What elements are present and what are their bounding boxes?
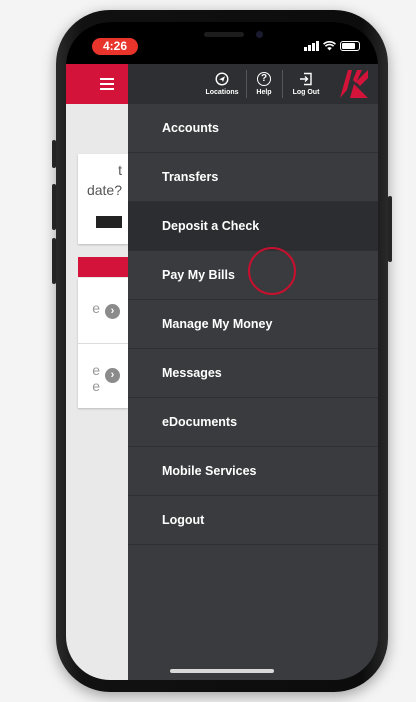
menu-item-manage-money[interactable]: Manage My Money <box>128 300 378 349</box>
battery-icon <box>340 41 360 51</box>
menu-item-edocuments[interactable]: eDocuments <box>128 398 378 447</box>
menu-item-messages[interactable]: Messages <box>128 349 378 398</box>
help-icon: ? <box>257 72 271 86</box>
location-icon <box>215 72 229 86</box>
app-background-panel: t date? e › e e › <box>66 64 128 680</box>
update-card-text-1: t <box>118 162 122 178</box>
update-card: t date? <box>78 154 128 244</box>
logout-label: Log Out <box>292 89 320 96</box>
help-label: Help <box>256 89 272 96</box>
top-divider <box>282 70 283 98</box>
home-indicator[interactable] <box>170 669 274 673</box>
status-time: 4:26 <box>92 38 138 55</box>
menu-item-logout[interactable]: Logout <box>128 496 378 545</box>
phone-screen: 4:26 t date? e › e e › Locations ? Help … <box>66 22 378 680</box>
front-camera <box>256 31 263 38</box>
section-header-bar <box>78 257 128 277</box>
menu-item-deposit-check[interactable]: Deposit a Check <box>128 202 378 251</box>
status-icons <box>304 39 360 51</box>
list-divider <box>78 343 128 344</box>
list-item-fragment-1: e <box>92 300 100 316</box>
chevron-right-icon[interactable]: › <box>105 304 120 319</box>
hamburger-icon <box>100 78 114 90</box>
menu-toggle-button[interactable] <box>66 64 128 104</box>
logout-icon <box>300 72 312 86</box>
menu-top-bar: Locations ? Help Log Out <box>128 64 378 104</box>
help-button[interactable]: ? Help <box>249 64 279 104</box>
update-card-text-2: date? <box>86 182 122 198</box>
wifi-icon <box>323 41 336 51</box>
side-menu: Locations ? Help Log Out Accounts Transf… <box>128 64 378 680</box>
signal-icon <box>304 41 319 51</box>
top-divider <box>246 70 247 98</box>
list-item-fragment-3: e <box>92 378 100 394</box>
list-item-fragment-2: e <box>92 362 100 378</box>
menu-item-pay-bills[interactable]: Pay My Bills <box>128 251 378 300</box>
locations-label: Locations <box>205 89 239 96</box>
status-bar: 4:26 <box>66 22 378 64</box>
menu-item-transfers[interactable]: Transfers <box>128 153 378 202</box>
menu-item-accounts[interactable]: Accounts <box>128 104 378 153</box>
account-list-card: e › e e › <box>78 278 128 408</box>
locations-button[interactable]: Locations <box>200 64 244 104</box>
update-card-button[interactable] <box>96 216 122 228</box>
logout-top-button[interactable]: Log Out <box>285 64 327 104</box>
speaker-grille <box>204 32 244 37</box>
bank-logo-icon <box>340 70 368 98</box>
phone-power-button <box>388 196 392 262</box>
chevron-right-icon[interactable]: › <box>105 368 120 383</box>
menu-item-mobile-services[interactable]: Mobile Services <box>128 447 378 496</box>
